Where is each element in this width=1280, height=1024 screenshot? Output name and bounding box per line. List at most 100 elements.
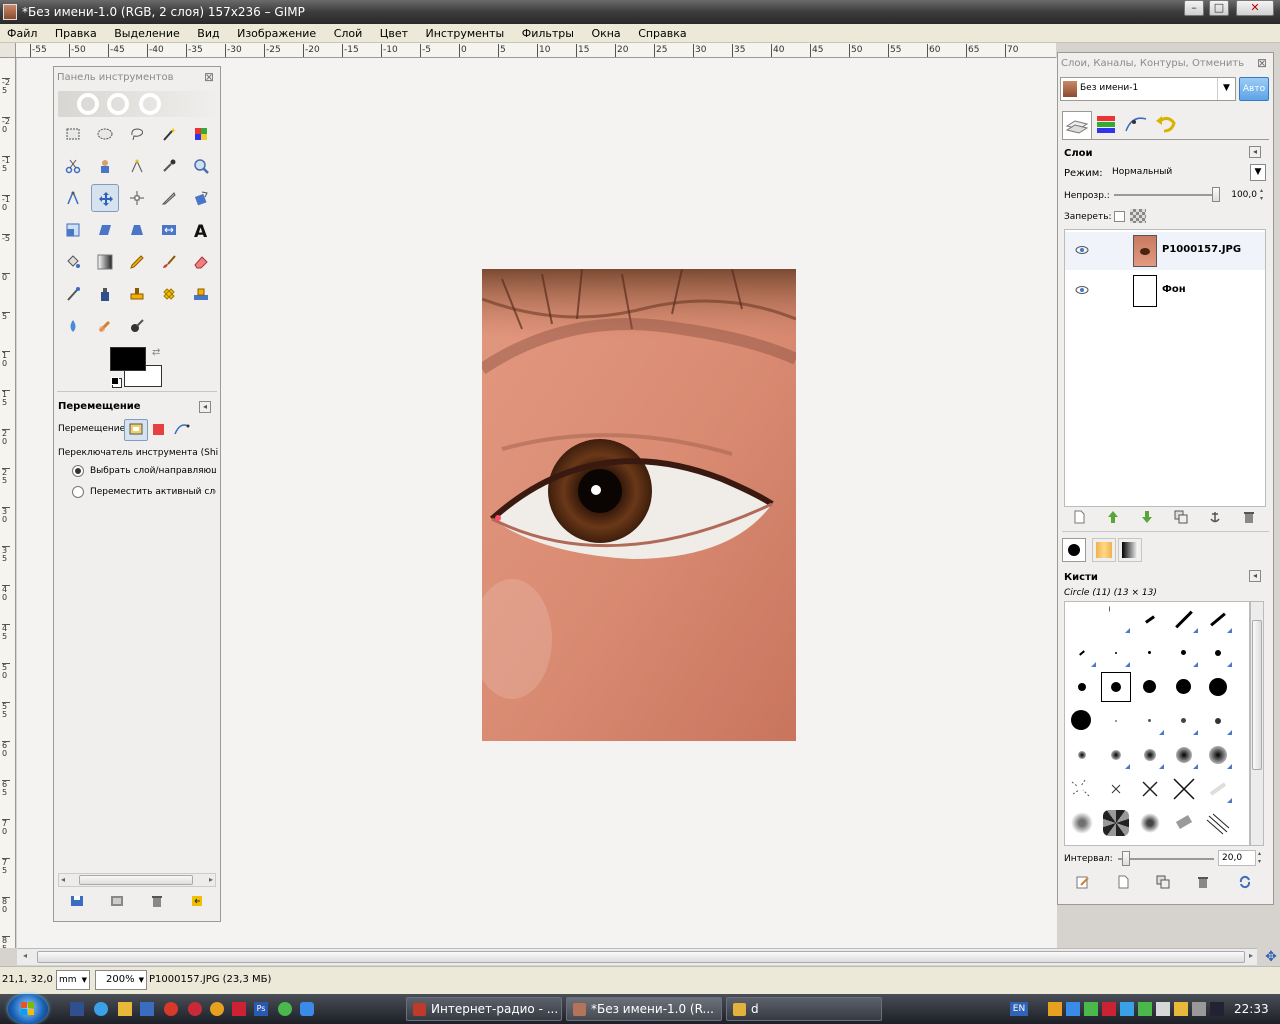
internet-explorer-icon[interactable] bbox=[94, 1002, 108, 1016]
tool-clone[interactable] bbox=[123, 280, 151, 308]
save-options-icon[interactable] bbox=[70, 894, 86, 908]
tool-free-select[interactable] bbox=[123, 120, 151, 148]
tool-measure[interactable] bbox=[59, 184, 87, 212]
brush-item[interactable] bbox=[1067, 808, 1097, 838]
opacity-slider-track[interactable] bbox=[1114, 194, 1218, 196]
navigate-icon[interactable]: ✥ bbox=[1263, 949, 1279, 965]
brush-item[interactable] bbox=[1067, 706, 1097, 736]
tool-blur[interactable] bbox=[59, 312, 87, 340]
duplicate-layer-icon[interactable] bbox=[1174, 510, 1190, 524]
tab-channels[interactable] bbox=[1092, 111, 1122, 139]
brush-item[interactable] bbox=[1135, 672, 1165, 702]
brush-item-selected[interactable] bbox=[1101, 672, 1131, 702]
tool-move[interactable] bbox=[91, 184, 119, 212]
radio-move-active-layer[interactable] bbox=[72, 486, 84, 498]
close-icon[interactable]: ⊠ bbox=[1255, 56, 1269, 70]
brush-item[interactable] bbox=[1169, 706, 1199, 736]
delete-layer-icon[interactable] bbox=[1242, 510, 1258, 524]
brush-item[interactable] bbox=[1203, 672, 1233, 702]
photoshop-icon[interactable]: Ps bbox=[254, 1002, 268, 1016]
tab-layers[interactable] bbox=[1062, 111, 1092, 139]
start-button[interactable] bbox=[8, 994, 48, 1024]
brush-item[interactable] bbox=[1169, 774, 1199, 804]
volume-icon[interactable] bbox=[1192, 1002, 1206, 1016]
brush-item[interactable] bbox=[1067, 638, 1097, 668]
brush-item[interactable] bbox=[1067, 604, 1097, 634]
tool-heal[interactable] bbox=[155, 280, 183, 308]
brush-item[interactable] bbox=[1135, 740, 1165, 770]
refresh-brushes-icon[interactable] bbox=[1238, 875, 1254, 889]
duplicate-brush-icon[interactable] bbox=[1156, 875, 1172, 889]
brush-item[interactable] bbox=[1169, 638, 1199, 668]
brush-item[interactable] bbox=[1203, 774, 1233, 804]
close-button[interactable]: ✕ bbox=[1236, 0, 1274, 16]
ruler-corner[interactable] bbox=[0, 43, 16, 58]
tray-icon[interactable] bbox=[1102, 1002, 1116, 1016]
tool-dodge-burn[interactable] bbox=[123, 312, 151, 340]
configure-tab-icon[interactable]: ◂ bbox=[1249, 146, 1261, 158]
tool-text[interactable]: A bbox=[187, 216, 215, 244]
tool-paintbrush[interactable] bbox=[155, 248, 183, 276]
configure-tab-icon[interactable]: ◂ bbox=[199, 401, 211, 413]
utorrent-icon[interactable] bbox=[278, 1002, 292, 1016]
menu-file[interactable]: Файл bbox=[0, 24, 44, 40]
layer-name[interactable]: P1000157.JPG bbox=[1162, 244, 1241, 255]
restore-options-icon[interactable] bbox=[110, 894, 126, 908]
avast-icon[interactable] bbox=[210, 1002, 224, 1016]
brush-item[interactable] bbox=[1067, 774, 1097, 804]
brush-item[interactable] bbox=[1203, 808, 1233, 838]
brush-item[interactable] bbox=[1169, 604, 1199, 634]
brush-item[interactable] bbox=[1101, 808, 1131, 838]
layer-row[interactable]: Фон bbox=[1065, 272, 1265, 310]
scroll-left-icon[interactable]: ◂ bbox=[23, 951, 27, 960]
tray-icon[interactable] bbox=[1210, 1002, 1224, 1016]
tool-align[interactable] bbox=[123, 184, 151, 212]
menu-select[interactable]: Выделение bbox=[107, 24, 187, 40]
lock-pixels-checkbox[interactable] bbox=[1114, 211, 1125, 222]
tab-brushes[interactable] bbox=[1062, 538, 1086, 562]
move-layer-button[interactable] bbox=[124, 419, 148, 441]
menu-color[interactable]: Цвет bbox=[373, 24, 415, 40]
interval-slider-track[interactable] bbox=[1118, 858, 1214, 860]
lock-alpha-icon[interactable] bbox=[1130, 209, 1146, 223]
menu-image[interactable]: Изображение bbox=[230, 24, 323, 40]
radio-move-active-label[interactable]: Переместить активный слой bbox=[90, 487, 216, 497]
new-brush-icon[interactable] bbox=[1116, 875, 1132, 889]
network-icon[interactable] bbox=[1138, 1002, 1152, 1016]
default-colors-icon[interactable] bbox=[111, 377, 119, 385]
foreground-color-swatch[interactable] bbox=[110, 347, 146, 371]
menu-help[interactable]: Справка bbox=[631, 24, 693, 40]
task-gimp[interactable]: *Без имени-1.0 (R... bbox=[566, 997, 722, 1021]
interval-spinner[interactable]: ▴ ▾ bbox=[1258, 850, 1264, 866]
eye-icon[interactable] bbox=[1075, 285, 1089, 295]
brush-item[interactable] bbox=[1101, 604, 1131, 634]
menu-tools[interactable]: Инструменты bbox=[419, 24, 512, 40]
canvas-hscrollbar[interactable]: ◂ ▸ bbox=[17, 948, 1257, 965]
clock[interactable]: 22:33 bbox=[1234, 1002, 1269, 1016]
language-indicator[interactable]: EN bbox=[1010, 1002, 1028, 1016]
tool-scissors[interactable] bbox=[59, 152, 87, 180]
brush-item[interactable] bbox=[1169, 672, 1199, 702]
tool-smudge[interactable] bbox=[91, 312, 119, 340]
brush-item[interactable] bbox=[1135, 604, 1165, 634]
tab-patterns[interactable] bbox=[1092, 538, 1116, 562]
tool-rect-select[interactable] bbox=[59, 120, 87, 148]
opacity-slider-handle[interactable] bbox=[1212, 187, 1220, 202]
menu-windows[interactable]: Окна bbox=[584, 24, 627, 40]
tool-blend[interactable] bbox=[91, 248, 119, 276]
tool-fuzzy-select[interactable] bbox=[155, 120, 183, 148]
tool-bucket-fill[interactable] bbox=[59, 248, 87, 276]
tool-crop[interactable] bbox=[155, 184, 183, 212]
folder-icon[interactable] bbox=[118, 1002, 132, 1016]
brush-item[interactable] bbox=[1067, 672, 1097, 702]
radio-pick-layer-label[interactable]: Выбрать слой/направляющую bbox=[90, 466, 216, 476]
tool-eraser[interactable] bbox=[187, 248, 215, 276]
radio-pick-layer[interactable] bbox=[72, 465, 84, 477]
unit-dropdown[interactable]: mm ▼ bbox=[56, 970, 90, 990]
brush-item[interactable] bbox=[1203, 604, 1233, 634]
edit-brush-icon[interactable] bbox=[1076, 875, 1092, 889]
opacity-spinner[interactable]: ▴ ▾ bbox=[1260, 187, 1266, 203]
delete-brush-icon[interactable] bbox=[1196, 875, 1212, 889]
vertical-ruler[interactable]: -25 -20 -15 -10 -5 0 5 10 15 20 25 30 35 40 45 50 55 60 65… bbox=[0, 58, 16, 948]
brush-item[interactable] bbox=[1135, 706, 1165, 736]
